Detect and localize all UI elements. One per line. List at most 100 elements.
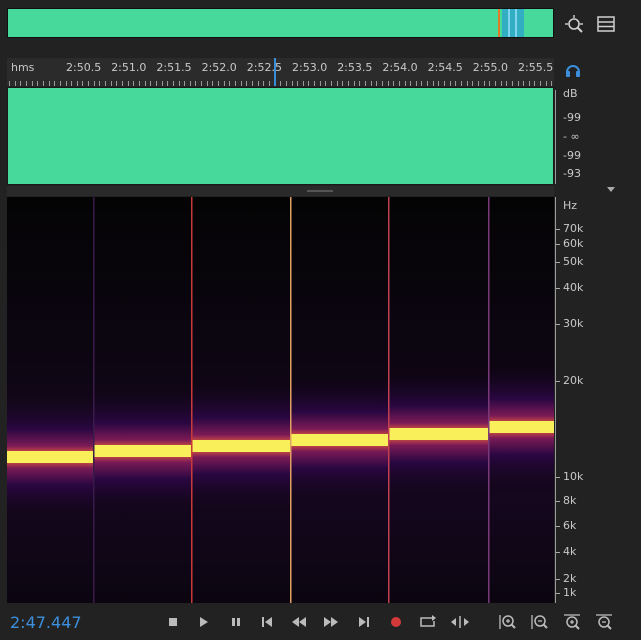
ruler-tick	[9, 81, 10, 86]
ruler-tick	[393, 81, 395, 86]
ruler-tick	[229, 81, 231, 86]
amplitude-label: - ∞	[563, 130, 580, 143]
frequency-label: 4k	[563, 545, 577, 558]
ruler-tick	[212, 81, 214, 86]
ruler-tick	[71, 81, 73, 86]
segment-boundary-line	[290, 197, 292, 603]
overview-range-line	[515, 9, 517, 37]
ruler-tick	[489, 81, 491, 86]
ruler-tick	[240, 81, 242, 86]
ruler-tick	[195, 81, 197, 86]
ruler-tick	[257, 81, 259, 86]
ruler-tick	[285, 81, 287, 86]
spectral-frequency-display[interactable]	[7, 197, 554, 603]
fast-forward-button[interactable]	[320, 612, 342, 632]
frequency-label: 60k	[563, 237, 584, 250]
divider-grip[interactable]	[307, 190, 333, 192]
ruler-tick	[348, 81, 349, 86]
ruler-tick	[444, 81, 446, 86]
ruler-tick	[511, 81, 513, 86]
skip-forward-icon	[359, 617, 369, 627]
panel-menu-icon[interactable]	[595, 13, 617, 35]
scale-dropdown-icon[interactable]	[607, 187, 615, 192]
ruler-tick	[263, 81, 265, 86]
ruler-tick	[93, 81, 95, 86]
frequency-label: 2k	[563, 572, 577, 585]
ruler-tick	[150, 81, 152, 86]
ruler-tick	[477, 81, 479, 86]
ruler-tick	[122, 81, 123, 86]
frequency-label: 8k	[563, 494, 577, 507]
go-to-end-button[interactable]	[353, 612, 375, 632]
amplitude-unit: dB	[563, 87, 578, 100]
ruler-tick	[31, 81, 33, 86]
ruler-tick	[404, 81, 406, 86]
overview-waveform[interactable]	[7, 8, 554, 38]
ruler-tick	[88, 81, 90, 86]
panel-divider[interactable]	[7, 186, 554, 196]
ruler-tick	[528, 81, 530, 86]
tone-segment	[7, 451, 93, 463]
ruler-tick	[325, 81, 327, 86]
ruler-tick	[494, 81, 496, 86]
play-button[interactable]	[192, 612, 214, 632]
ruler-tick	[517, 81, 519, 86]
ruler-tick	[551, 81, 553, 86]
amplitude-label: -99	[563, 111, 581, 124]
ruler-time-label: 2:54.5	[427, 61, 463, 74]
ruler-tick	[184, 81, 186, 86]
zoom-in-time-button[interactable]	[561, 612, 583, 632]
ruler-tick	[410, 81, 412, 86]
ruler-tick	[500, 81, 502, 86]
ruler-tick	[291, 81, 293, 86]
ruler-tick	[483, 81, 485, 86]
ruler-tick	[127, 81, 129, 86]
ruler-tick	[302, 81, 304, 86]
ruler-tick	[172, 81, 174, 86]
go-to-start-button[interactable]	[256, 612, 278, 632]
segment-boundary-line	[488, 197, 490, 603]
ruler-tick	[14, 81, 16, 86]
segment-boundary-line	[191, 197, 193, 603]
tone-segment	[93, 445, 191, 457]
segment-boundary-line	[388, 197, 390, 603]
ruler-tick	[449, 81, 451, 86]
fast-forward-icon	[324, 617, 338, 627]
ruler-tick	[48, 81, 50, 86]
zoom-in-amplitude-button[interactable]	[497, 612, 519, 632]
ruler-tick	[506, 81, 508, 86]
zoom-to-selection-icon[interactable]	[563, 13, 585, 35]
ruler-tick	[82, 81, 84, 86]
headphones-icon[interactable]	[564, 61, 586, 83]
overview-visible-range[interactable]	[502, 9, 524, 37]
time-ruler[interactable]: hms 2:50.5 2:51.0 2:51.5 2:52.0 2:52.5 2:53.0…	[7, 58, 554, 86]
rewind-button[interactable]	[288, 612, 310, 632]
overview-range-line	[508, 9, 510, 37]
amplitude-label: -93	[563, 167, 581, 180]
record-button[interactable]	[385, 612, 407, 632]
playhead-marker[interactable]	[274, 58, 276, 86]
zoom-out-amplitude-button[interactable]	[529, 612, 551, 632]
stop-button[interactable]	[162, 612, 184, 632]
skip-selection-button[interactable]	[449, 612, 471, 632]
pause-button[interactable]	[225, 612, 247, 632]
ruler-tick	[376, 81, 378, 86]
ruler-tick	[455, 81, 457, 86]
amplitude-scale: dB -99 - ∞ -99 -93	[563, 87, 603, 187]
waveform-display[interactable]	[7, 87, 554, 185]
ruler-tick	[189, 81, 191, 86]
zoom-out-time-button[interactable]	[593, 612, 615, 632]
current-time-display[interactable]: 2:47.447	[10, 613, 82, 632]
frequency-label: 10k	[563, 470, 584, 483]
skip-back-icon	[262, 617, 272, 627]
rewind-icon	[292, 617, 306, 627]
ruler-tick	[246, 81, 248, 86]
ruler-tick	[336, 81, 338, 86]
loop-playback-button[interactable]	[417, 612, 439, 632]
ruler-tick	[223, 81, 225, 86]
ruler-tick	[438, 81, 440, 86]
frequency-label: 50k	[563, 255, 584, 268]
ruler-tick	[138, 81, 140, 86]
frequency-label: 1k	[563, 586, 577, 599]
ruler-time-label: 2:51.5	[156, 61, 192, 74]
